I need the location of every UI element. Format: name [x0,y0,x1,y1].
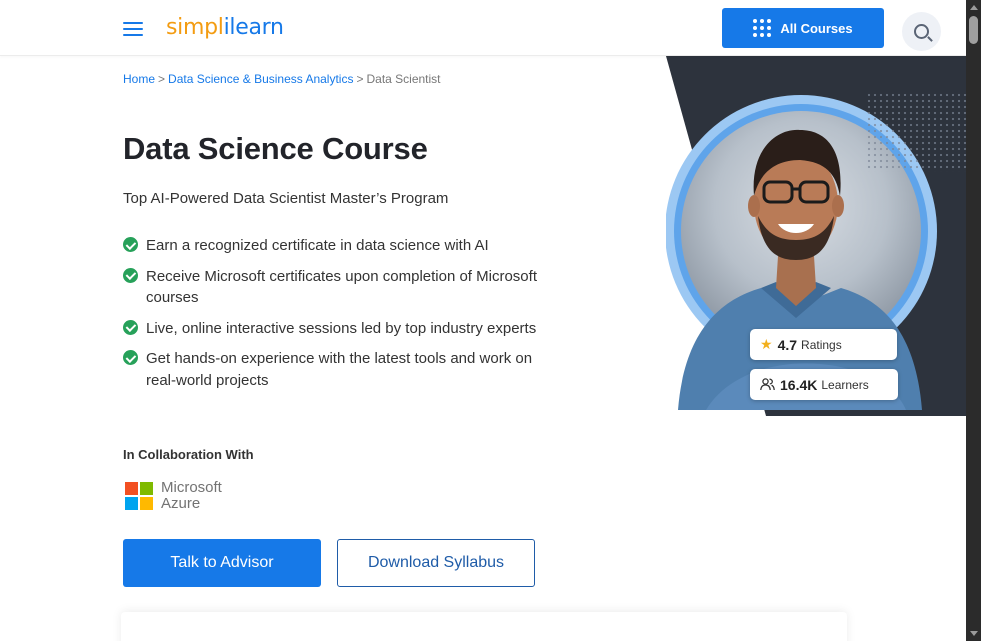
collaboration-label: In Collaboration With [123,447,254,462]
feature-text: Earn a recognized certificate in data sc… [146,237,489,254]
learners-label: Learners [821,377,869,392]
learners-badge: 16.4K Learners [750,369,898,400]
site-header: simplilearn All Courses [0,0,966,56]
rating-label: Ratings [801,337,842,352]
talk-to-advisor-button[interactable]: Talk to Advisor [123,539,321,587]
scroll-up-arrow-icon[interactable] [970,5,978,10]
feature-text: Receive Microsoft certificates upon comp… [146,267,537,307]
microsoft-azure-logo: Microsoft Azure [125,480,222,512]
download-syllabus-button[interactable]: Download Syllabus [337,539,535,587]
logo-text-part1: simpl [166,15,224,40]
check-circle-icon [123,350,138,365]
learners-value: 16.4K [780,376,818,393]
hamburger-icon[interactable] [123,22,143,36]
all-courses-button[interactable]: All Courses [722,8,884,48]
vertical-scrollbar[interactable] [966,0,981,641]
feature-item: Receive Microsoft certificates upon comp… [123,266,543,309]
check-circle-icon [123,267,138,283]
page-subtitle: Top AI-Powered Data Scientist Master’s P… [123,190,449,207]
rating-value: 4.7 [777,336,798,353]
feature-list: Earn a recognized certificate in data sc… [123,235,543,400]
breadcrumb-separator: > [158,72,166,86]
scrollbar-thumb[interactable] [969,16,978,44]
ratings-badge: ★ 4.7 Ratings [750,329,897,360]
check-circle-icon [123,319,138,335]
dot-pattern [866,92,966,172]
simplilearn-logo[interactable]: simplilearn [166,15,284,40]
scroll-down-arrow-icon[interactable] [970,631,978,636]
page: simplilearn All Courses Home > Data Scienc… [0,0,966,641]
feature-item: Earn a recognized certificate in data sc… [123,235,543,257]
feature-item: Live, online interactive sessions led by… [123,318,543,340]
course-info-card [121,612,847,641]
users-icon [760,378,775,391]
microsoft-logo-icon [125,482,153,510]
star-icon: ★ [760,336,773,352]
breadcrumb-data-science[interactable]: Data Science & Business Analytics [168,72,353,86]
breadcrumb-separator: > [356,72,364,86]
search-button[interactable] [902,12,941,51]
breadcrumb-home[interactable]: Home [123,72,155,86]
feature-text: Live, online interactive sessions led by… [146,319,537,337]
search-icon [914,24,929,39]
feature-text: Get hands-on experience with the latest … [146,350,533,389]
breadcrumb: Home > Data Science & Business Analytics > D… [123,72,441,86]
page-title: Data Science Course [123,131,428,166]
all-courses-label: All Courses [780,20,853,36]
partner-name-line2: Azure [161,495,201,512]
grid-icon [753,19,772,37]
breadcrumb-current: Data Scientist [366,72,441,86]
partner-name-line1: Microsoft [161,479,222,496]
logo-text-part2: ilearn [223,15,284,40]
feature-item: Get hands-on experience with the latest … [123,348,543,391]
check-circle-icon [123,237,138,252]
hero-image: ★ 4.7 Ratings 16.4K Learners [666,56,966,416]
